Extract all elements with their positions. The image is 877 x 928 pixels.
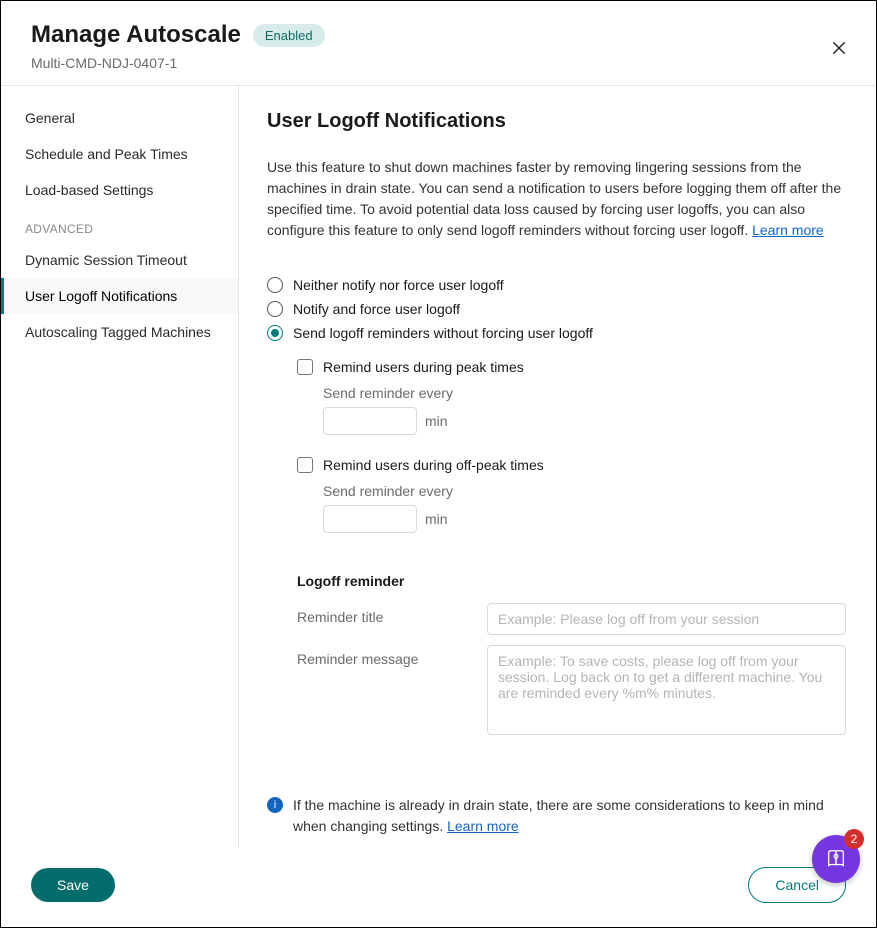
reminder-title-input[interactable] <box>487 603 846 635</box>
logoff-radio-group: Neither notify nor force user logoff Not… <box>267 273 846 345</box>
sidebar-item-general[interactable]: General <box>1 100 238 136</box>
offpeak-checkbox-row[interactable]: Remind users during off-peak times <box>297 457 846 473</box>
radio-icon <box>267 325 283 341</box>
help-fab[interactable]: 2 <box>812 835 860 883</box>
sidebar-item-load[interactable]: Load-based Settings <box>1 172 238 208</box>
book-lightbulb-icon <box>825 848 847 870</box>
learn-more-link[interactable]: Learn more <box>752 222 824 238</box>
sidebar-section-advanced: ADVANCED <box>1 208 238 242</box>
close-button[interactable] <box>826 35 852 61</box>
checkbox-icon <box>297 359 313 375</box>
checkbox-icon <box>297 457 313 473</box>
radio-option-remind-only[interactable]: Send logoff reminders without forcing us… <box>267 321 846 345</box>
close-icon <box>830 39 848 57</box>
reminder-message-label: Reminder message <box>297 645 467 667</box>
sidebar-item-autoscale-tagged[interactable]: Autoscaling Tagged Machines <box>1 314 238 350</box>
content: User Logoff Notifications Use this featu… <box>239 86 876 847</box>
header: Manage Autoscale Enabled Multi-CMD-NDJ-0… <box>1 1 876 86</box>
footer: Save Cancel <box>1 847 876 927</box>
status-badge: Enabled <box>253 24 325 47</box>
radio-icon <box>267 277 283 293</box>
page-subtitle: Multi-CMD-NDJ-0407-1 <box>31 55 846 71</box>
radio-option-notify-force[interactable]: Notify and force user logoff <box>267 297 846 321</box>
peak-interval-unit: min <box>425 413 448 429</box>
page-title: Manage Autoscale <box>31 21 241 49</box>
peak-interval-input[interactable] <box>323 407 417 435</box>
peak-interval-label: Send reminder every <box>323 385 846 401</box>
offpeak-interval-input[interactable] <box>323 505 417 533</box>
radio-option-none[interactable]: Neither notify nor force user logoff <box>267 273 846 297</box>
logoff-reminder-heading: Logoff reminder <box>297 573 846 589</box>
radio-icon <box>267 301 283 317</box>
save-button[interactable]: Save <box>31 868 115 902</box>
sidebar-item-user-logoff[interactable]: User Logoff Notifications <box>1 278 238 314</box>
fab-badge: 2 <box>844 829 864 849</box>
peak-checkbox-row[interactable]: Remind users during peak times <box>297 359 846 375</box>
info-icon: i <box>267 797 283 813</box>
section-description: Use this feature to shut down machines f… <box>267 157 846 241</box>
offpeak-interval-label: Send reminder every <box>323 483 846 499</box>
info-box: i If the machine is already in drain sta… <box>267 765 846 837</box>
sidebar: General Schedule and Peak Times Load-bas… <box>1 86 239 847</box>
reminder-title-label: Reminder title <box>297 603 467 625</box>
offpeak-interval-unit: min <box>425 511 448 527</box>
info-learn-more-link[interactable]: Learn more <box>447 818 519 834</box>
section-title: User Logoff Notifications <box>267 110 846 133</box>
sidebar-item-schedule[interactable]: Schedule and Peak Times <box>1 136 238 172</box>
sidebar-item-dynamic-timeout[interactable]: Dynamic Session Timeout <box>1 242 238 278</box>
reminder-message-input[interactable] <box>487 645 846 735</box>
